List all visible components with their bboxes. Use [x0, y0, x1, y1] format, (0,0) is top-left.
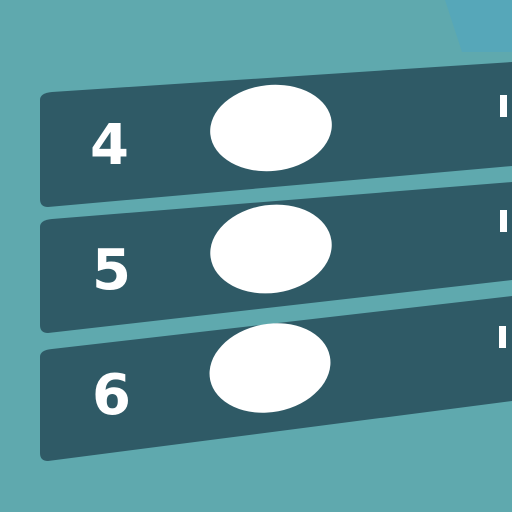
level-select-screen: 4 5 6 — [0, 0, 512, 512]
level-row-6[interactable]: 6 — [0, 0, 512, 512]
level-row-6-number: 6 — [92, 363, 131, 428]
level-row-6-edge-tick — [499, 326, 506, 348]
level-row-6-panel — [40, 296, 512, 461]
